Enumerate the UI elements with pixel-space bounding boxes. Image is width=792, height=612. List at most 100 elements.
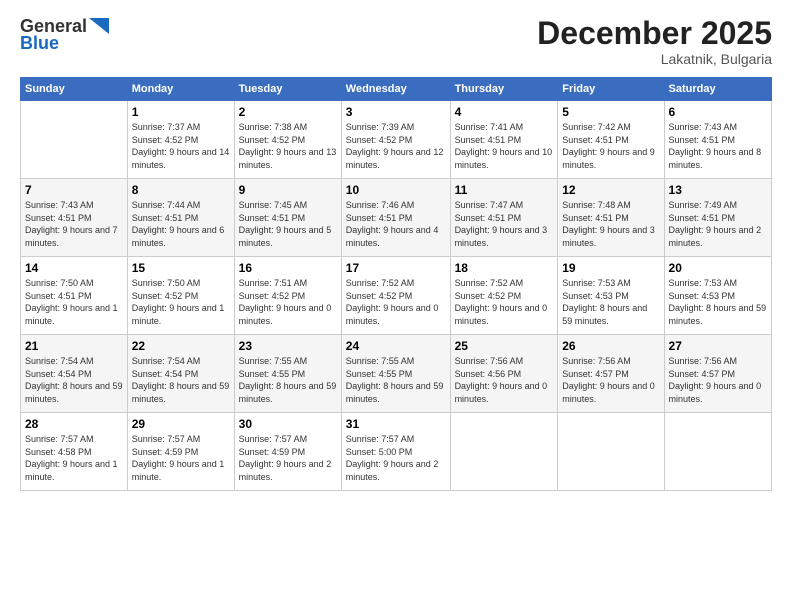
- daylight: Daylight: 9 hours and 0 minutes.: [669, 380, 767, 405]
- sunrise: Sunrise: 7:56 AM: [562, 355, 659, 368]
- sunset: Sunset: 4:52 PM: [346, 290, 446, 303]
- day-number: 18: [455, 261, 554, 275]
- day-number: 30: [239, 417, 337, 431]
- calendar-cell: 1 Sunrise: 7:37 AM Sunset: 4:52 PM Dayli…: [127, 101, 234, 179]
- daylight: Daylight: 8 hours and 59 minutes.: [346, 380, 446, 405]
- calendar-cell: [450, 413, 558, 491]
- calendar-cell: 18 Sunrise: 7:52 AM Sunset: 4:52 PM Dayl…: [450, 257, 558, 335]
- sunset: Sunset: 4:51 PM: [562, 134, 659, 147]
- day-info: Sunrise: 7:48 AM Sunset: 4:51 PM Dayligh…: [562, 199, 659, 249]
- header-row: Sunday Monday Tuesday Wednesday Thursday…: [21, 78, 772, 101]
- calendar-cell: 22 Sunrise: 7:54 AM Sunset: 4:54 PM Dayl…: [127, 335, 234, 413]
- sunrise: Sunrise: 7:43 AM: [669, 121, 767, 134]
- sunrise: Sunrise: 7:54 AM: [25, 355, 123, 368]
- day-info: Sunrise: 7:53 AM Sunset: 4:53 PM Dayligh…: [562, 277, 659, 327]
- calendar-cell: 6 Sunrise: 7:43 AM Sunset: 4:51 PM Dayli…: [664, 101, 771, 179]
- day-info: Sunrise: 7:43 AM Sunset: 4:51 PM Dayligh…: [25, 199, 123, 249]
- sunrise: Sunrise: 7:48 AM: [562, 199, 659, 212]
- day-number: 29: [132, 417, 230, 431]
- sunset: Sunset: 4:54 PM: [25, 368, 123, 381]
- sunrise: Sunrise: 7:57 AM: [132, 433, 230, 446]
- calendar-cell: 20 Sunrise: 7:53 AM Sunset: 4:53 PM Dayl…: [664, 257, 771, 335]
- day-info: Sunrise: 7:56 AM Sunset: 4:56 PM Dayligh…: [455, 355, 554, 405]
- page: General Blue December 2025 Lakatnik, Bul…: [0, 0, 792, 612]
- logo: General Blue: [20, 16, 109, 54]
- day-info: Sunrise: 7:51 AM Sunset: 4:52 PM Dayligh…: [239, 277, 337, 327]
- daylight: Daylight: 9 hours and 7 minutes.: [25, 224, 123, 249]
- col-saturday: Saturday: [664, 78, 771, 101]
- daylight: Daylight: 9 hours and 1 minute.: [132, 458, 230, 483]
- daylight: Daylight: 9 hours and 0 minutes.: [455, 302, 554, 327]
- calendar-table: Sunday Monday Tuesday Wednesday Thursday…: [20, 77, 772, 491]
- sunset: Sunset: 4:57 PM: [562, 368, 659, 381]
- daylight: Daylight: 9 hours and 14 minutes.: [132, 146, 230, 171]
- day-number: 6: [669, 105, 767, 119]
- day-number: 4: [455, 105, 554, 119]
- daylight: Daylight: 9 hours and 2 minutes.: [239, 458, 337, 483]
- day-info: Sunrise: 7:44 AM Sunset: 4:51 PM Dayligh…: [132, 199, 230, 249]
- sunset: Sunset: 4:53 PM: [562, 290, 659, 303]
- daylight: Daylight: 8 hours and 59 minutes.: [669, 302, 767, 327]
- daylight: Daylight: 9 hours and 12 minutes.: [346, 146, 446, 171]
- sunset: Sunset: 4:51 PM: [455, 212, 554, 225]
- sunrise: Sunrise: 7:44 AM: [132, 199, 230, 212]
- day-number: 28: [25, 417, 123, 431]
- col-monday: Monday: [127, 78, 234, 101]
- day-info: Sunrise: 7:43 AM Sunset: 4:51 PM Dayligh…: [669, 121, 767, 171]
- calendar-cell: [21, 101, 128, 179]
- sunset: Sunset: 4:55 PM: [346, 368, 446, 381]
- sunrise: Sunrise: 7:39 AM: [346, 121, 446, 134]
- day-info: Sunrise: 7:57 AM Sunset: 4:59 PM Dayligh…: [132, 433, 230, 483]
- day-number: 3: [346, 105, 446, 119]
- sunset: Sunset: 4:51 PM: [455, 134, 554, 147]
- col-wednesday: Wednesday: [341, 78, 450, 101]
- daylight: Daylight: 9 hours and 0 minutes.: [346, 302, 446, 327]
- day-number: 8: [132, 183, 230, 197]
- sunrise: Sunrise: 7:46 AM: [346, 199, 446, 212]
- calendar-cell: 8 Sunrise: 7:44 AM Sunset: 4:51 PM Dayli…: [127, 179, 234, 257]
- day-number: 11: [455, 183, 554, 197]
- day-info: Sunrise: 7:37 AM Sunset: 4:52 PM Dayligh…: [132, 121, 230, 171]
- title-block: December 2025 Lakatnik, Bulgaria: [537, 16, 772, 67]
- day-info: Sunrise: 7:38 AM Sunset: 4:52 PM Dayligh…: [239, 121, 337, 171]
- sunrise: Sunrise: 7:50 AM: [25, 277, 123, 290]
- sunset: Sunset: 4:52 PM: [132, 290, 230, 303]
- location: Lakatnik, Bulgaria: [537, 51, 772, 67]
- day-number: 12: [562, 183, 659, 197]
- day-info: Sunrise: 7:57 AM Sunset: 4:58 PM Dayligh…: [25, 433, 123, 483]
- day-info: Sunrise: 7:49 AM Sunset: 4:51 PM Dayligh…: [669, 199, 767, 249]
- sunrise: Sunrise: 7:51 AM: [239, 277, 337, 290]
- calendar-cell: 24 Sunrise: 7:55 AM Sunset: 4:55 PM Dayl…: [341, 335, 450, 413]
- day-info: Sunrise: 7:53 AM Sunset: 4:53 PM Dayligh…: [669, 277, 767, 327]
- calendar-week-3: 21 Sunrise: 7:54 AM Sunset: 4:54 PM Dayl…: [21, 335, 772, 413]
- calendar-cell: 17 Sunrise: 7:52 AM Sunset: 4:52 PM Dayl…: [341, 257, 450, 335]
- sunrise: Sunrise: 7:55 AM: [239, 355, 337, 368]
- calendar-cell: 21 Sunrise: 7:54 AM Sunset: 4:54 PM Dayl…: [21, 335, 128, 413]
- sunset: Sunset: 4:54 PM: [132, 368, 230, 381]
- calendar-cell: 12 Sunrise: 7:48 AM Sunset: 4:51 PM Dayl…: [558, 179, 664, 257]
- day-number: 14: [25, 261, 123, 275]
- sunrise: Sunrise: 7:38 AM: [239, 121, 337, 134]
- col-friday: Friday: [558, 78, 664, 101]
- sunrise: Sunrise: 7:37 AM: [132, 121, 230, 134]
- sunset: Sunset: 4:53 PM: [669, 290, 767, 303]
- daylight: Daylight: 9 hours and 0 minutes.: [562, 380, 659, 405]
- sunrise: Sunrise: 7:57 AM: [239, 433, 337, 446]
- calendar-cell: 7 Sunrise: 7:43 AM Sunset: 4:51 PM Dayli…: [21, 179, 128, 257]
- calendar-week-0: 1 Sunrise: 7:37 AM Sunset: 4:52 PM Dayli…: [21, 101, 772, 179]
- sunset: Sunset: 4:57 PM: [669, 368, 767, 381]
- calendar-cell: 29 Sunrise: 7:57 AM Sunset: 4:59 PM Dayl…: [127, 413, 234, 491]
- col-tuesday: Tuesday: [234, 78, 341, 101]
- daylight: Daylight: 9 hours and 3 minutes.: [562, 224, 659, 249]
- logo-triangle-icon: [89, 18, 109, 34]
- calendar-cell: 10 Sunrise: 7:46 AM Sunset: 4:51 PM Dayl…: [341, 179, 450, 257]
- sunrise: Sunrise: 7:55 AM: [346, 355, 446, 368]
- sunset: Sunset: 4:51 PM: [562, 212, 659, 225]
- day-number: 15: [132, 261, 230, 275]
- calendar-cell: [664, 413, 771, 491]
- calendar-cell: 2 Sunrise: 7:38 AM Sunset: 4:52 PM Dayli…: [234, 101, 341, 179]
- calendar-cell: 26 Sunrise: 7:56 AM Sunset: 4:57 PM Dayl…: [558, 335, 664, 413]
- day-info: Sunrise: 7:50 AM Sunset: 4:51 PM Dayligh…: [25, 277, 123, 327]
- sunset: Sunset: 4:52 PM: [132, 134, 230, 147]
- daylight: Daylight: 9 hours and 9 minutes.: [562, 146, 659, 171]
